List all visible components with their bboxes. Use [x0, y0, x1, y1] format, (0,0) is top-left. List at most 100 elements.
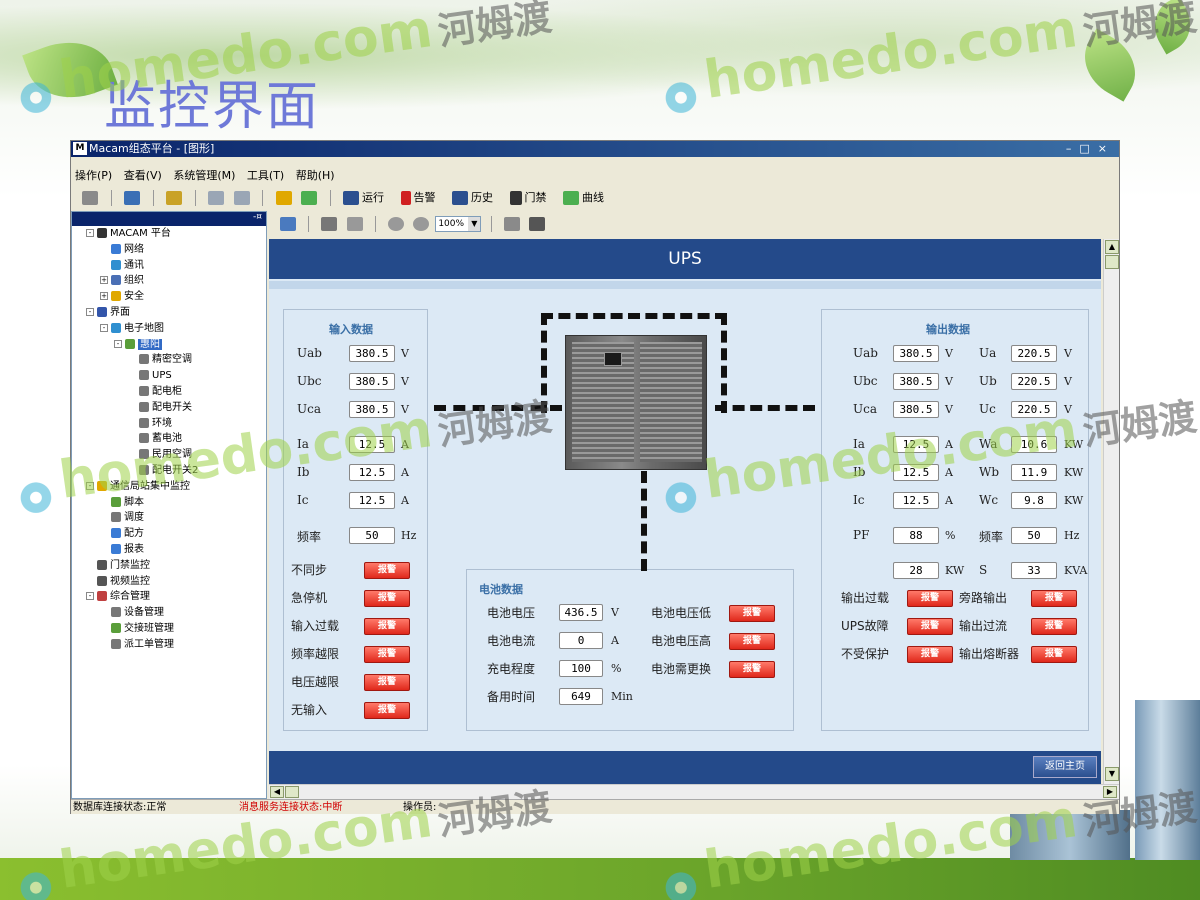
- menu-view[interactable]: 查看(V): [124, 169, 162, 182]
- scroll-thumb[interactable]: [285, 786, 299, 798]
- history-icon[interactable]: [452, 191, 468, 205]
- alarm-indicator[interactable]: 报警: [1031, 590, 1077, 607]
- alarm-indicator[interactable]: 报警: [729, 605, 775, 622]
- tree-item[interactable]: 派工单管理: [72, 637, 266, 653]
- zoom-select[interactable]: 100% ▼: [435, 216, 482, 232]
- alarm-indicator[interactable]: 报警: [907, 618, 953, 635]
- menu-tools[interactable]: 工具(T): [247, 169, 284, 182]
- scroll-left-icon[interactable]: ◀: [270, 786, 284, 798]
- door-button[interactable]: 门禁: [525, 186, 547, 210]
- tree-item[interactable]: 配电柜: [72, 384, 266, 400]
- tree-item[interactable]: - 惠阳: [72, 337, 266, 353]
- collapse-icon[interactable]: -: [86, 307, 94, 316]
- menu-system[interactable]: 系统管理(M): [173, 169, 235, 182]
- alarm-indicator[interactable]: 报警: [364, 590, 410, 607]
- door-logo-icon[interactable]: [509, 191, 522, 205]
- curve-button[interactable]: 曲线: [582, 186, 604, 210]
- back-arrow-icon[interactable]: [280, 217, 296, 231]
- input-reading-value: 380.5: [349, 345, 395, 362]
- scroll-thumb[interactable]: [1105, 255, 1119, 269]
- tree-item[interactable]: 环境: [72, 416, 266, 432]
- layout-icon[interactable]: [233, 191, 250, 205]
- tree-item[interactable]: - 电子地图: [72, 321, 266, 337]
- tree-item[interactable]: + 组织: [72, 273, 266, 289]
- tree-item[interactable]: 报表: [72, 542, 266, 558]
- alarm-button[interactable]: 告警: [414, 186, 436, 210]
- refresh-icon[interactable]: [301, 191, 317, 205]
- scroll-up-icon[interactable]: ▲: [1105, 240, 1119, 254]
- tree-item[interactable]: 网络: [72, 242, 266, 258]
- zoom-out-icon[interactable]: [413, 217, 430, 231]
- collapse-icon[interactable]: -: [100, 323, 108, 332]
- history-button[interactable]: 历史: [471, 186, 493, 210]
- output-reading-unit: V: [945, 375, 953, 388]
- curve-icon[interactable]: [563, 191, 579, 205]
- input-alarm-label: 无输入: [291, 703, 328, 717]
- zoom-in-icon[interactable]: [387, 217, 404, 231]
- alarm-indicator[interactable]: 报警: [364, 562, 410, 579]
- tools-icon[interactable]: [82, 191, 98, 205]
- page-icon: [139, 385, 149, 396]
- expand-icon[interactable]: +: [100, 292, 108, 301]
- tree-item[interactable]: 配电开关: [72, 400, 266, 416]
- vertical-scrollbar[interactable]: ▲ ▼: [1103, 239, 1119, 784]
- book-icon[interactable]: [124, 191, 140, 205]
- tree-item[interactable]: - 界面: [72, 305, 266, 321]
- tree-item[interactable]: 交接班管理: [72, 621, 266, 637]
- collapse-icon[interactable]: -: [86, 592, 94, 601]
- tree-item[interactable]: UPS: [72, 368, 266, 384]
- battery-alarm-label: 电池需更换: [651, 662, 712, 676]
- tree-item[interactable]: - 通信局站集中监控: [72, 479, 266, 495]
- horizontal-scrollbar[interactable]: ◀ ▶: [269, 784, 1119, 799]
- tree-item[interactable]: 视频监控: [72, 574, 266, 590]
- alarm-indicator[interactable]: 报警: [1031, 618, 1077, 635]
- tools-icon[interactable]: [321, 217, 338, 231]
- alarm-indicator[interactable]: 报警: [364, 646, 410, 663]
- alarm-indicator[interactable]: 报警: [1031, 646, 1077, 663]
- run-icon[interactable]: [343, 191, 359, 205]
- alarm-indicator[interactable]: 报警: [364, 702, 410, 719]
- alarm-indicator[interactable]: 报警: [364, 674, 410, 691]
- scroll-right-icon[interactable]: ▶: [1103, 786, 1117, 798]
- menu-help[interactable]: 帮助(H): [296, 169, 335, 182]
- scroll-down-icon[interactable]: ▼: [1105, 767, 1119, 781]
- alarm-indicator[interactable]: 报警: [729, 633, 775, 650]
- pin-icon[interactable]: -¤: [253, 212, 262, 222]
- alarm-bell-icon[interactable]: [400, 191, 411, 205]
- pan-hand-icon[interactable]: [346, 217, 363, 231]
- tree-item[interactable]: 门禁监控: [72, 558, 266, 574]
- alarm-indicator[interactable]: 报警: [907, 646, 953, 663]
- tree-item[interactable]: + 安全: [72, 289, 266, 305]
- collapse-icon[interactable]: -: [86, 481, 94, 490]
- alarm-indicator[interactable]: 报警: [729, 661, 775, 678]
- tree-item[interactable]: 调度: [72, 510, 266, 526]
- window-icon[interactable]: [208, 191, 224, 205]
- chevron-down-icon[interactable]: ▼: [468, 217, 481, 231]
- tree-item[interactable]: 脚本: [72, 495, 266, 511]
- tree-item[interactable]: 通讯: [72, 258, 266, 274]
- expand-icon[interactable]: +: [100, 276, 108, 285]
- tree-item[interactable]: - 综合管理: [72, 589, 266, 605]
- hand-icon[interactable]: [275, 191, 292, 205]
- recipe-icon: [111, 528, 121, 539]
- window-controls[interactable]: –□×: [1066, 141, 1115, 157]
- tree-item[interactable]: 设备管理: [72, 605, 266, 621]
- input-reading-unit: A: [401, 494, 409, 507]
- search-icon[interactable]: [166, 191, 182, 205]
- tree-item[interactable]: 民用空调: [72, 447, 266, 463]
- tree-item[interactable]: 配方: [72, 526, 266, 542]
- tree-item[interactable]: - MACAM 平台: [72, 226, 266, 242]
- collapse-icon[interactable]: -: [114, 339, 122, 348]
- collapse-icon[interactable]: -: [86, 229, 94, 237]
- alarm-indicator[interactable]: 报警: [364, 618, 410, 635]
- input-reading-unit: V: [401, 375, 409, 388]
- tree-item[interactable]: 蓄电池: [72, 431, 266, 447]
- tree-item[interactable]: 精密空调: [72, 352, 266, 368]
- run-button[interactable]: 运行: [362, 186, 384, 210]
- print-icon[interactable]: [528, 217, 545, 231]
- alarm-indicator[interactable]: 报警: [907, 590, 953, 607]
- export-icon[interactable]: [503, 217, 520, 231]
- back-home-button[interactable]: 返回主页: [1033, 756, 1097, 778]
- tree-item[interactable]: 配电开关2: [72, 463, 266, 479]
- menu-operate[interactable]: 操作(P): [75, 169, 112, 182]
